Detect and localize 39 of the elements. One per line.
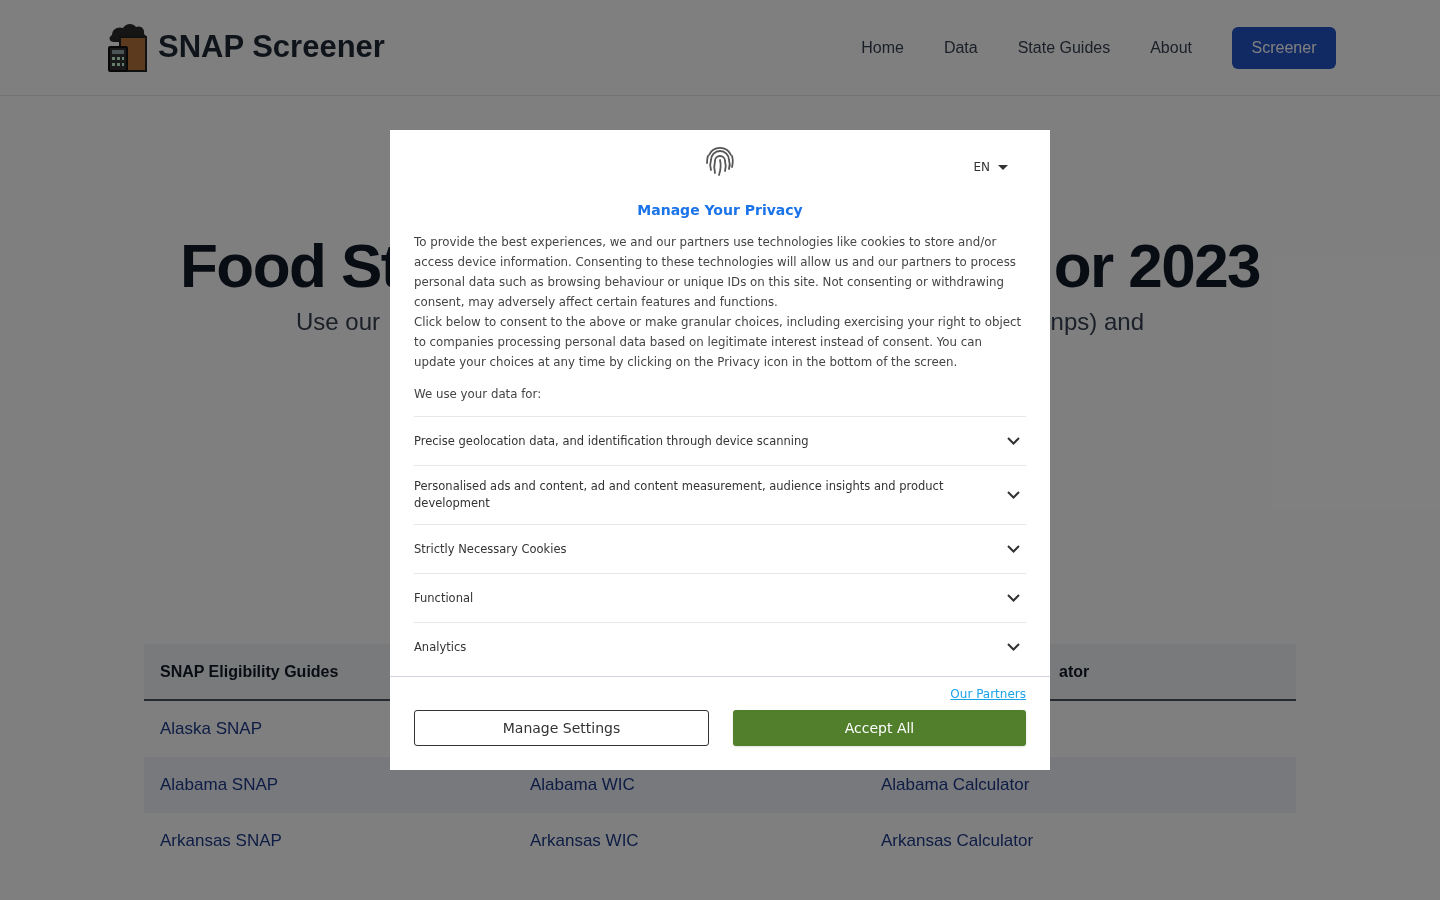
nav-link[interactable]: Home — [861, 35, 904, 60]
partners-link[interactable]: Our Partners — [950, 685, 1026, 710]
nav-link[interactable]: Data — [943, 35, 978, 60]
state-guide-link[interactable]: Arkansas WIC — [530, 828, 639, 854]
column-header: ator — [1059, 661, 1090, 682]
chevron-icon — [1007, 491, 1020, 499]
column-header: SNAP Eligibility Guides — [160, 661, 339, 682]
site-title: SNAP Screener — [158, 28, 385, 67]
purpose-row[interactable]: Personalised ads and content, ad and content measurement, audience insights and product development — [414, 465, 1026, 524]
grocery-bag-calculator-icon — [108, 22, 148, 73]
chevron-icon — [1007, 594, 1020, 602]
state-guide-link[interactable]: Alabama WIC — [530, 772, 635, 798]
state-guide-link[interactable]: Alabama Calculator — [881, 772, 1030, 798]
chevron-icon — [1007, 643, 1020, 651]
consent-text: To provide the best experiences, we and our partners use technologies like cookies to store and/or access device information. Consenting to these technologies will allow us and our partners to process personal data such as browsing behaviour or unique IDs on this site. Not consenting or withdrawing consent, may adversely affect certain features and functions. — [414, 234, 1017, 311]
state-guide-link[interactable]: Arkansas Calculator — [881, 828, 1034, 854]
nav-link[interactable]: State Guides — [1017, 35, 1111, 60]
consent-text: We use your data for: — [414, 386, 543, 403]
chevron-icon — [1007, 545, 1020, 553]
language-dropdown[interactable]: EN — [973, 158, 1008, 176]
accept-all-button[interactable]: Accept All — [733, 710, 1026, 746]
hero-heading: or 2023 — [1053, 230, 1260, 302]
hero-subtitle: nps) and — [1050, 307, 1144, 337]
dialog-title: Manage Your Privacy — [636, 201, 804, 220]
purpose-row[interactable]: Precise geolocation data, and identification through device scanning — [414, 416, 1026, 465]
caret-icon — [998, 164, 1008, 170]
hero-subtitle: Use our — [296, 307, 381, 337]
consent-text: Click below to consent to the above or make granular choices, including exercising your right to object to companies processing personal data based on legitimate interest instead of consent. You can update your choices at any time by clicking on the Privacy icon in the bottom of the screen. — [414, 314, 1023, 371]
state-guide-link[interactable]: Alabama SNAP — [160, 772, 279, 798]
screener-button[interactable]: Screener — [1232, 26, 1336, 69]
purpose-row[interactable]: Functional — [414, 573, 1026, 622]
purpose-row[interactable]: Strictly Necessary Cookies — [414, 524, 1026, 573]
chevron-icon — [1007, 437, 1020, 445]
manage-settings-button[interactable]: Manage Settings — [414, 710, 709, 746]
state-guide-link[interactable]: Arkansas SNAP — [160, 828, 282, 854]
purpose-row[interactable]: Analytics — [414, 622, 1026, 671]
state-guide-link[interactable]: Alaska SNAP — [160, 716, 263, 742]
nav-link[interactable]: About — [1150, 35, 1192, 60]
logo-link[interactable]: SNAP Screener — [108, 22, 385, 73]
